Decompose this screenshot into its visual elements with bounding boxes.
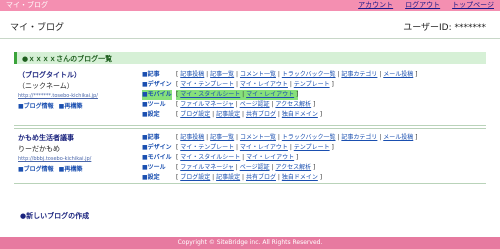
blog-info-button[interactable]: ■ブログ情報 (18, 166, 54, 173)
blog-title[interactable]: かもめ生活者議事 (18, 133, 138, 144)
blog-actions: ■ブログ情報 ■再構築 (18, 101, 138, 112)
blog-list-heading: ●ｘｘｘｘさんのブログ一覧 (14, 52, 486, 64)
create-new-blog-link[interactable]: ●新しいブログの作成 (20, 211, 89, 221)
link-article-settings[interactable]: 記事設定 (216, 111, 240, 118)
link-file-manager[interactable]: ファイルマネージャ (180, 101, 234, 108)
link-mail-post[interactable]: メール投稿 (383, 71, 413, 78)
link-my-template[interactable]: マイ・テンプレート (180, 144, 234, 151)
blog-menu: ■記事 [ 記事投稿 | 記事一覧 | コメント一覧 | トラックバック一覧 |… (142, 70, 486, 120)
link-file-manager[interactable]: ファイルマネージャ (180, 164, 234, 171)
link-my-layout[interactable]: マイ・レイアウト (240, 144, 288, 151)
link-article-list[interactable]: 記事一覧 (210, 134, 234, 141)
link-blog-settings[interactable]: ブログ設定 (180, 111, 210, 118)
link-comment-list[interactable]: コメント一覧 (240, 71, 276, 78)
link-article-category[interactable]: 記事カテゴリ (341, 134, 377, 141)
menu-row-settings: ■設定 [ ブログ設定 | 記事設定 | 共有ブログ | 独自ドメイン ] (142, 173, 323, 183)
link-shared-blog[interactable]: 共有ブログ (246, 111, 276, 118)
footer: Copyright © SiteBridge inc. All Rights R… (0, 237, 500, 249)
blog-info: かもめ生活者議事 りーだかもめ http://bbbj.tosebo-kichi… (18, 133, 138, 175)
menu-cat-design[interactable]: ■デザイン (142, 80, 172, 90)
link-mail-post[interactable]: メール投稿 (383, 134, 413, 141)
blog-title[interactable]: （ブログタイトル） (18, 70, 138, 81)
link-article-category[interactable]: 記事カテゴリ (341, 71, 377, 78)
top-page-link[interactable]: トップページ (452, 1, 494, 10)
link-my-template[interactable]: マイ・テンプレート (180, 81, 234, 88)
blog-info-button[interactable]: ■ブログ情報 (18, 103, 54, 110)
link-article-settings[interactable]: 記事設定 (216, 174, 240, 181)
link-my-layout[interactable]: マイ・レイアウト (240, 81, 288, 88)
link-custom-domain[interactable]: 独自ドメイン (282, 174, 318, 181)
menu-row-design: ■デザイン [ マイ・テンプレート | マイ・レイアウト | テンプレート ] (142, 80, 334, 90)
link-custom-domain[interactable]: 独自ドメイン (282, 111, 318, 118)
blog-entry: （ブログタイトル） （ニックネーム） http://*******.tosebo… (14, 66, 486, 126)
blog-url[interactable]: http://*******.tosebo-kichikai.jp/ (18, 92, 138, 101)
blog-list-heading-text: ●ｘｘｘｘさんのブログ一覧 (22, 55, 113, 63)
rebuild-button[interactable]: ■再構築 (59, 166, 83, 173)
link-trackback-list[interactable]: トラックバック一覧 (282, 71, 336, 78)
link-blog-settings[interactable]: ブログ設定 (180, 174, 210, 181)
link-access-analysis[interactable]: アクセス解析 (275, 101, 311, 108)
account-link[interactable]: アカウント (358, 1, 393, 10)
blog-nickname: りーだかもめ (18, 145, 60, 153)
link-post-article[interactable]: 記事投稿 (180, 134, 204, 141)
link-comment-list[interactable]: コメント一覧 (240, 134, 276, 141)
page-header: マイ・ブログ ユーザーID: ******* (0, 11, 500, 39)
blog-menu: ■記事 [ 記事投稿 | 記事一覧 | コメント一覧 | トラックバック一覧 |… (142, 133, 486, 183)
page-title: マイ・ブログ (10, 23, 65, 33)
logout-link[interactable]: ログアウト (405, 1, 440, 10)
menu-row-tools: ■ツール [ ファイルマネージャ | ページ認証 | アクセス解析 ] (142, 100, 316, 110)
blog-info: （ブログタイトル） （ニックネーム） http://*******.tosebo… (18, 70, 138, 112)
blog-nickname: （ニックネーム） (18, 82, 74, 90)
menu-cat-articles[interactable]: ■記事 (142, 70, 160, 80)
link-page-auth[interactable]: ページ認証 (240, 101, 270, 108)
menu-row-mobile: ■モバイル [ マイ・スタイルシート | マイ・レイアウト ] (142, 153, 299, 163)
link-my-stylesheet[interactable]: マイ・スタイルシート (180, 91, 240, 98)
menu-cat-tools[interactable]: ■ツール (142, 163, 166, 173)
menu-cat-design[interactable]: ■デザイン (142, 143, 172, 153)
rebuild-button[interactable]: ■再構築 (59, 103, 83, 110)
blog-actions: ■ブログ情報 ■再構築 (18, 164, 138, 175)
copyright-text: Copyright © SiteBridge inc. All Rights R… (177, 239, 323, 246)
link-mobile-layout[interactable]: マイ・レイアウト (246, 154, 294, 161)
app-title: マイ・ブログ (6, 1, 48, 9)
blog-entry: かもめ生活者議事 りーだかもめ http://bbbj.tosebo-kichi… (14, 128, 486, 184)
top-bar: マイ・ブログ アカウント ログアウト トップページ (0, 0, 500, 11)
menu-row-mobile: ■モバイル [ マイ・スタイルシート | マイ・レイアウト ] (142, 90, 299, 100)
menu-cat-settings[interactable]: ■設定 (142, 110, 160, 120)
link-page-auth[interactable]: ページ認証 (240, 164, 270, 171)
menu-row-design: ■デザイン [ マイ・テンプレート | マイ・レイアウト | テンプレート ] (142, 143, 334, 153)
blog-url[interactable]: http://bbbj.tosebo-kichikai.jp/ (18, 155, 138, 164)
link-post-article[interactable]: 記事投稿 (180, 71, 204, 78)
top-links: アカウント ログアウト トップページ (358, 1, 494, 10)
link-mobile-layout[interactable]: マイ・レイアウト (246, 91, 294, 98)
link-template[interactable]: テンプレート (294, 144, 330, 151)
menu-row-tools: ■ツール [ ファイルマネージャ | ページ認証 | アクセス解析 ] (142, 163, 316, 173)
menu-row-articles: ■記事 [ 記事投稿 | 記事一覧 | コメント一覧 | トラックバック一覧 |… (142, 133, 418, 143)
menu-row-settings: ■設定 [ ブログ設定 | 記事設定 | 共有ブログ | 独自ドメイン ] (142, 110, 323, 120)
menu-cat-mobile[interactable]: ■モバイル (142, 90, 172, 100)
menu-cat-tools[interactable]: ■ツール (142, 100, 166, 110)
menu-cat-articles[interactable]: ■記事 (142, 133, 160, 143)
link-article-list[interactable]: 記事一覧 (210, 71, 234, 78)
link-my-stylesheet[interactable]: マイ・スタイルシート (180, 154, 240, 161)
link-access-analysis[interactable]: アクセス解析 (275, 164, 311, 171)
menu-cat-settings[interactable]: ■設定 (142, 173, 160, 183)
link-shared-blog[interactable]: 共有ブログ (246, 174, 276, 181)
menu-row-articles: ■記事 [ 記事投稿 | 記事一覧 | コメント一覧 | トラックバック一覧 |… (142, 70, 418, 80)
link-trackback-list[interactable]: トラックバック一覧 (282, 134, 336, 141)
user-id: ユーザーID: ******* (403, 23, 486, 33)
menu-cat-mobile[interactable]: ■モバイル (142, 153, 172, 163)
link-template[interactable]: テンプレート (294, 81, 330, 88)
